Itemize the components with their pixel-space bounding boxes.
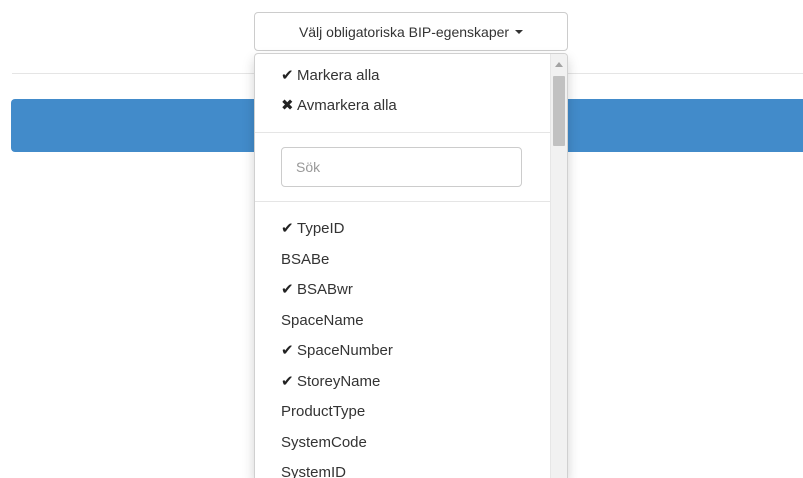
property-label: SystemID [281,464,347,478]
check-icon: ✔ [281,342,294,359]
property-label: BSABe [281,250,330,268]
property-option[interactable]: SystemCode [281,432,550,454]
deselect-all-label: Avmarkera alla [297,97,397,114]
property-option[interactable]: ✔ SpaceNumber [281,340,550,362]
property-option[interactable]: ✔ StoreyName [281,371,550,393]
menu-divider [255,132,550,133]
property-label: TypeID [297,220,345,237]
check-icon: ✔ [281,281,294,298]
select-all-label: Markera alla [297,67,380,84]
dropdown-toggle-label: Välj obligatoriska BIP-egenskaper [298,23,510,40]
check-icon: ✔ [281,220,294,237]
property-option[interactable]: SystemID [281,462,550,478]
dropdown-menu: ✔ Markera alla ✖ Avmarkera alla ✔TypeIDB… [254,53,568,478]
select-all-action[interactable]: ✔ Markera alla [281,65,550,87]
menu-list: ✔ Markera alla ✖ Avmarkera alla ✔TypeIDB… [255,54,550,478]
property-label: StoreyName [297,372,381,390]
menu-divider [255,201,550,202]
property-label: SpaceNumber [297,342,393,359]
scroll-up-arrow-icon[interactable] [555,62,563,67]
property-option[interactable]: ✔ BSABwr [281,279,550,301]
scroll-thumb[interactable] [553,76,565,146]
property-label: ProductType [281,403,366,420]
property-option[interactable]: BSABe [281,249,550,271]
deselect-all-action[interactable]: ✖ Avmarkera alla [281,95,550,117]
property-label: SpaceName [281,311,364,329]
property-option[interactable]: SpaceName [281,310,550,332]
property-label: SystemCode [281,433,367,451]
check-icon: ✔ [281,372,294,390]
property-option[interactable]: ProductType [281,401,550,423]
scrollbar[interactable] [550,54,567,478]
search-input[interactable] [281,147,522,187]
property-label: BSABwr [297,281,353,298]
close-icon: ✖ [281,97,294,114]
check-icon: ✔ [281,67,294,84]
dropdown-toggle-button[interactable]: Välj obligatoriska BIP-egenskaper [254,12,568,51]
property-option[interactable]: ✔ TypeID [281,218,550,240]
caret-down-icon [515,29,524,34]
